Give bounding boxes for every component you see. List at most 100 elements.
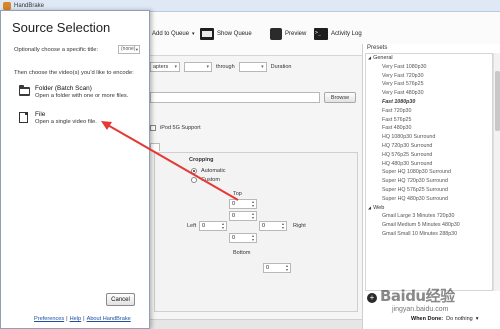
- preset-group-label: Web: [373, 204, 385, 211]
- title-select[interactable]: (none): [118, 45, 140, 54]
- file-option-label: File: [35, 111, 46, 118]
- preset-item[interactable]: Very Fast 1080p30: [366, 63, 492, 72]
- crop-bottom-value: 0: [266, 265, 270, 271]
- about-handbrake-link[interactable]: About HandBrake: [87, 316, 131, 322]
- cropping-label: Cropping: [189, 157, 214, 163]
- crop-right-value: 0: [262, 223, 266, 229]
- cancel-button[interactable]: Cancel: [106, 293, 135, 306]
- chevron-down-icon[interactable]: ▾: [476, 316, 479, 322]
- preset-item[interactable]: HQ 480p30 Surround: [366, 160, 492, 169]
- preset-item[interactable]: Very Fast 720p30: [366, 72, 492, 81]
- when-done-label: When Done:: [411, 316, 444, 322]
- crop-bottom2-value: 0: [232, 235, 236, 241]
- preset-item[interactable]: HQ 720p30 Surround: [366, 142, 492, 151]
- preset-item[interactable]: Fast 480p30: [366, 124, 492, 133]
- preset-item[interactable]: HQ 1080p30 Surround: [366, 133, 492, 142]
- right-label: Right: [293, 223, 306, 229]
- preset-group[interactable]: ◢ General: [366, 54, 492, 63]
- footer-separator: |: [66, 316, 68, 322]
- activity-log-label: Activity Log: [331, 31, 362, 37]
- preset-item[interactable]: Super HQ 720p30 Surround: [366, 177, 492, 186]
- cropping-heading: Cropping: [189, 157, 213, 163]
- cropping-panel: Cropping Automatic Custom Top 0 0 Left 0…: [154, 152, 358, 312]
- presets-header: Presets: [367, 45, 388, 51]
- preset-item[interactable]: Gmail Small 10 Minutes 288p30: [366, 230, 492, 239]
- preset-item[interactable]: Fast 720p30: [366, 107, 492, 116]
- crop-left-value: 0: [202, 223, 206, 229]
- ipod-row: iPod 5G Support: [150, 125, 201, 131]
- preset-item[interactable]: Gmail Medium 5 Minutes 480p30: [366, 221, 492, 230]
- range-row: apters through Duration: [150, 62, 291, 72]
- preferences-link[interactable]: Preferences: [34, 316, 64, 322]
- expand-icon[interactable]: ◢: [368, 204, 371, 213]
- expand-icon[interactable]: ◢: [368, 54, 371, 63]
- presets-tree[interactable]: ◢ General Very Fast 1080p30 Very Fast 720p3…: [365, 53, 493, 291]
- range-type-value: apters: [153, 64, 169, 70]
- folder-option-desc: Open a folder with one or more files.: [35, 93, 129, 99]
- preset-item[interactable]: Fast 1080p30: [366, 98, 492, 107]
- preset-item[interactable]: Fast 576p25: [366, 116, 492, 125]
- preset-item[interactable]: Super HQ 1080p30 Surround: [366, 168, 492, 177]
- crop-right-stepper[interactable]: 0: [259, 221, 287, 231]
- preset-item[interactable]: Super HQ 576p25 Surround: [366, 186, 492, 195]
- automatic-label: Automatic: [201, 168, 226, 174]
- crop-bottom2-stepper[interactable]: 0: [229, 233, 257, 243]
- show-queue-label: Show Queue: [217, 31, 252, 37]
- preset-group[interactable]: ◢ Web: [366, 204, 492, 213]
- crop-left-stepper[interactable]: 0: [199, 221, 227, 231]
- crop-bottom-stepper[interactable]: 0: [263, 263, 291, 273]
- preset-item[interactable]: HQ 576p25 Surround: [366, 151, 492, 160]
- custom-radio[interactable]: [191, 177, 197, 183]
- crop-top2-stepper[interactable]: 0: [229, 211, 257, 221]
- duration-label: Duration: [270, 64, 292, 70]
- when-done-select[interactable]: Do nothing: [446, 316, 473, 322]
- crop-top-stepper[interactable]: 0: [229, 199, 257, 209]
- tab-fragment[interactable]: [150, 143, 160, 151]
- preset-item[interactable]: Super HQ 480p30 Surround: [366, 195, 492, 204]
- show-queue-button[interactable]: Show Queue: [200, 26, 252, 42]
- preset-group-label: General: [373, 55, 393, 61]
- preset-item[interactable]: Very Fast 576p25: [366, 80, 492, 89]
- through-label: through: [216, 64, 235, 70]
- browse-button[interactable]: Browse: [324, 92, 356, 103]
- add-to-queue-button[interactable]: Add to Queue ▾: [152, 26, 195, 42]
- crop-top-value: 0: [232, 201, 236, 207]
- dialog-title: Source Selection: [12, 20, 111, 35]
- automatic-radio[interactable]: [191, 168, 197, 174]
- preview-icon: [270, 28, 282, 40]
- preset-item[interactable]: Very Fast 480p30: [366, 89, 492, 98]
- activity-log-button[interactable]: Activity Log: [314, 26, 362, 42]
- status-bar: [150, 319, 362, 329]
- file-option-desc: Open a single video file.: [35, 119, 97, 125]
- window-title: HandBrake: [14, 3, 45, 9]
- main-content: apters through Duration Browse iPod 5G S…: [150, 56, 362, 319]
- optional-title-label: Optionally choose a specific title:: [14, 46, 99, 53]
- scrollbar-thumb[interactable]: [495, 71, 500, 131]
- file-icon: [19, 112, 28, 123]
- preset-item[interactable]: Gmail Large 3 Minutes 720p30: [366, 212, 492, 221]
- chevron-down-icon[interactable]: ▾: [192, 31, 195, 37]
- custom-label: Custom: [201, 177, 220, 183]
- preview-label: Preview: [285, 31, 307, 37]
- help-link[interactable]: Help: [70, 316, 82, 322]
- range-start-select[interactable]: [184, 62, 212, 72]
- preview-button[interactable]: Preview: [270, 26, 306, 42]
- ipod-checkbox[interactable]: [150, 125, 156, 131]
- dialog-footer-links: Preferences | Help | About HandBrake: [34, 316, 131, 322]
- footer-separator: |: [83, 316, 85, 322]
- crop-automatic-option[interactable]: Automatic: [191, 168, 225, 174]
- presets-scrollbar[interactable]: [493, 53, 500, 291]
- bottom-label: Bottom: [233, 250, 251, 256]
- queue-icon: [200, 28, 214, 40]
- file-option[interactable]: File Open a single video file.: [19, 111, 139, 131]
- destination-input[interactable]: [150, 92, 320, 103]
- choose-video-label: Then choose the video(s) you'd like to e…: [14, 70, 134, 76]
- folder-batch-scan-option[interactable]: Folder (Batch Scan) Open a folder with o…: [19, 85, 139, 105]
- range-type-select[interactable]: apters: [150, 62, 180, 72]
- baidu-watermark: Baidu经验: [380, 287, 455, 305]
- left-label: Left: [187, 223, 197, 229]
- crop-top2-value: 0: [232, 213, 236, 219]
- range-end-select[interactable]: [238, 62, 267, 72]
- crop-custom-option[interactable]: Custom: [191, 177, 220, 183]
- add-preset-button[interactable]: +: [367, 293, 377, 303]
